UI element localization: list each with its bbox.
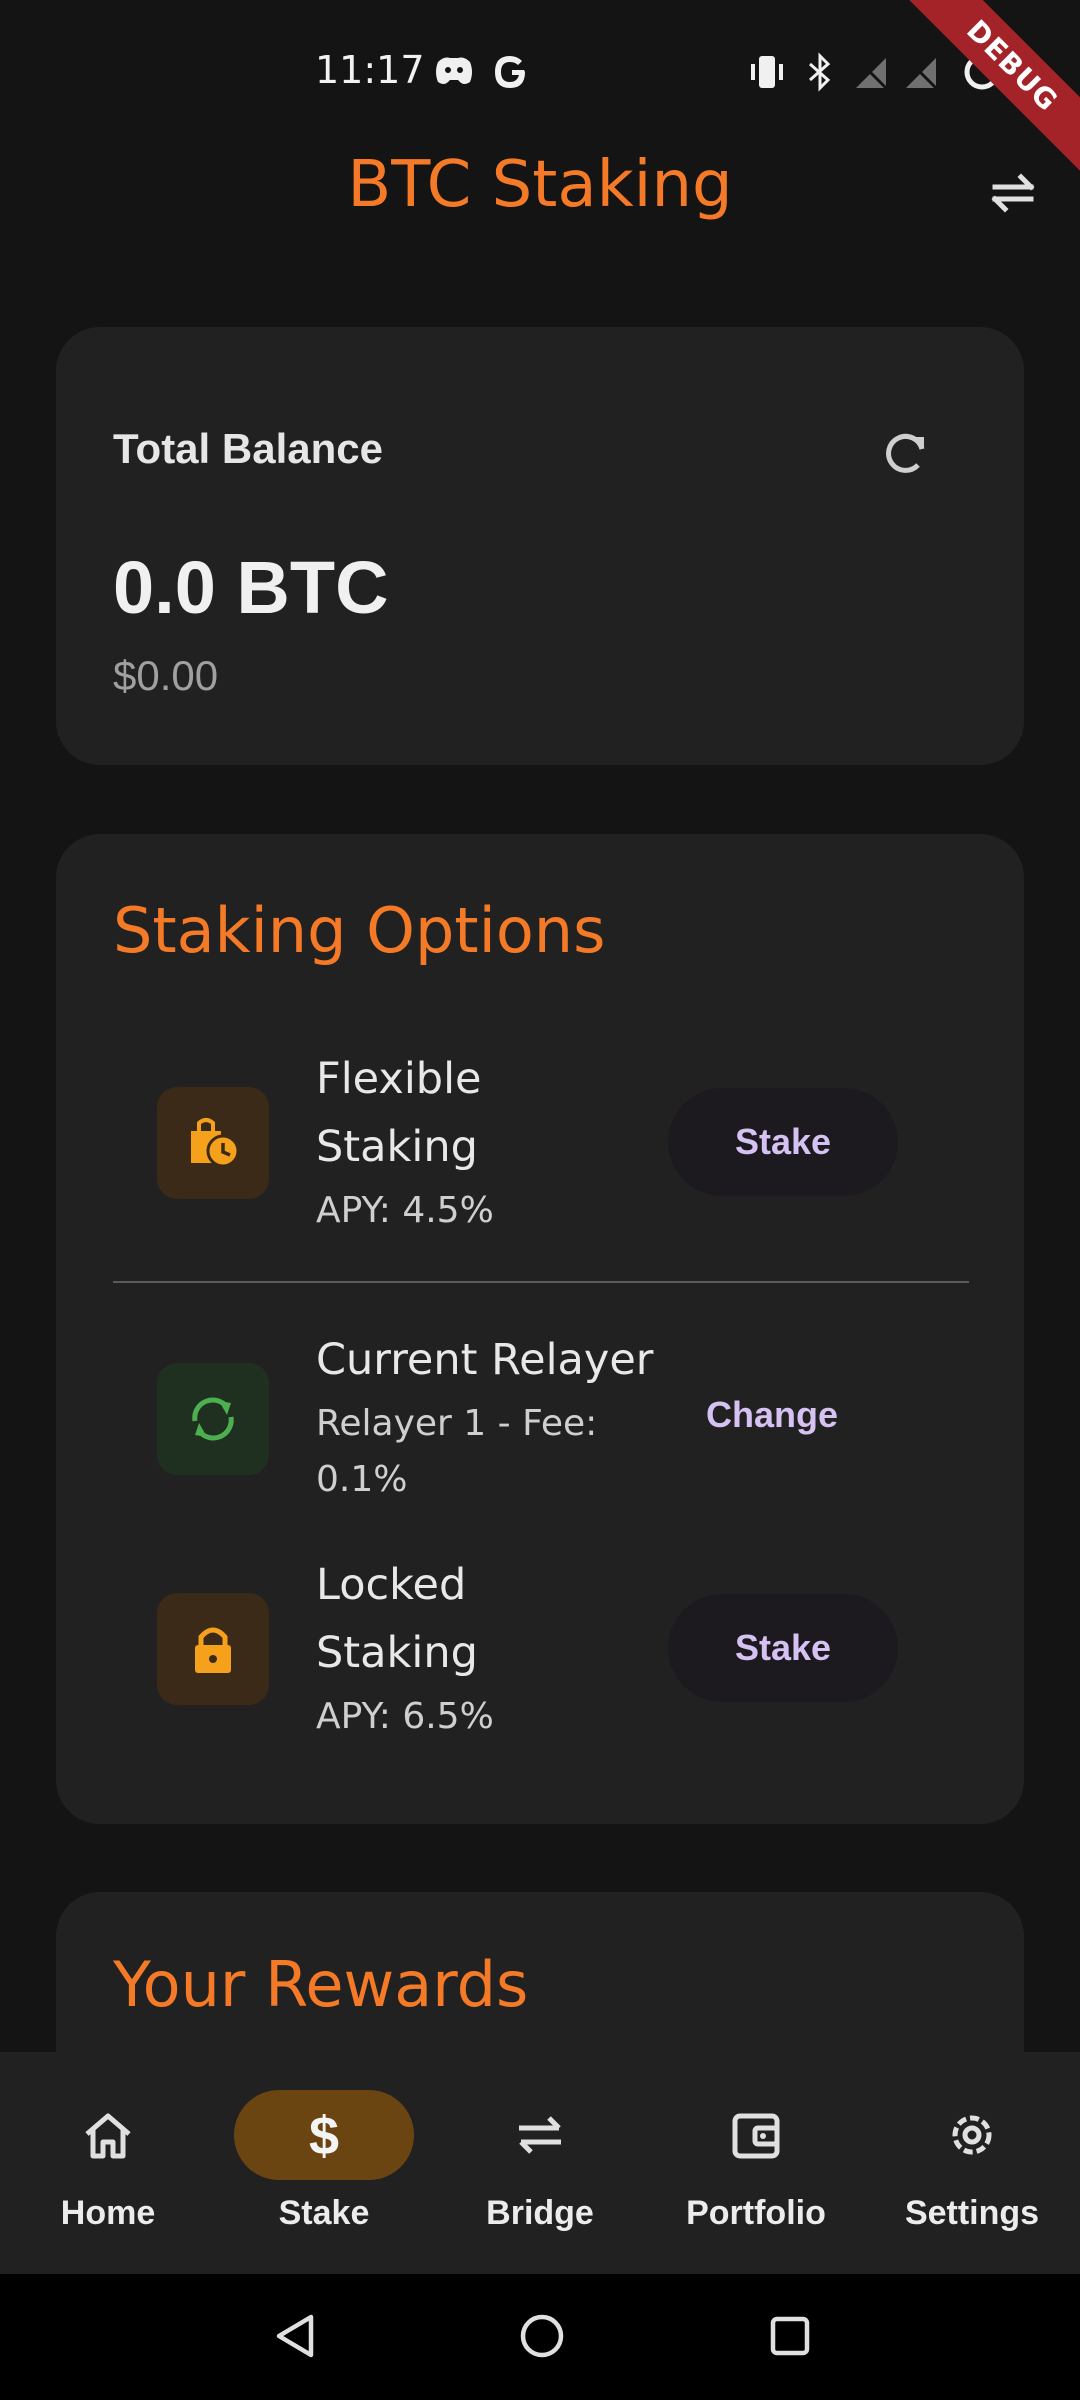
screen: 11:17 DEBUG BTC Staking Total Balance 0.… — [0, 0, 1080, 2400]
lock-icon — [195, 1627, 231, 1673]
svg-text:$: $ — [309, 2106, 339, 2164]
back-triangle-icon — [276, 2314, 314, 2358]
flexible-title-line2: Staking — [316, 1122, 478, 1172]
nav-stake[interactable]: $ Stake — [216, 2052, 432, 2274]
change-relayer-button[interactable]: Change — [706, 1394, 838, 1436]
swap-arrows-icon[interactable] — [985, 165, 1041, 221]
nav-stake-label: Stake — [278, 2194, 370, 2232]
system-recents-button[interactable] — [760, 2306, 820, 2366]
home-icon-wrap — [18, 2090, 198, 2180]
google-icon — [495, 56, 525, 88]
nav-settings[interactable]: Settings — [864, 2052, 1080, 2274]
settings-icon-wrap — [882, 2090, 1062, 2180]
locked-stake-button[interactable]: Stake — [668, 1594, 898, 1702]
staking-options-title: Staking Options — [113, 894, 606, 967]
locked-title-line2: Staking — [316, 1628, 478, 1678]
refresh-icon — [886, 433, 925, 473]
wallet-icon — [732, 2113, 780, 2159]
flexible-stake-button[interactable]: Stake — [668, 1088, 898, 1196]
no-signal-icon — [854, 56, 890, 92]
nav-bridge[interactable]: Bridge — [432, 2052, 648, 2274]
recents-square-icon — [770, 2316, 810, 2356]
relayer-sub-line1: Relayer 1 - Fee: — [316, 1403, 598, 1444]
locked-icon-box — [157, 1593, 269, 1705]
balance-card: Total Balance 0.0 BTC $0.00 — [56, 327, 1024, 765]
balance-usd: $0.00 — [113, 652, 219, 699]
portfolio-icon-wrap — [666, 2090, 846, 2180]
gear-icon — [952, 2115, 992, 2155]
nav-settings-label: Settings — [904, 2194, 1040, 2232]
sync-icon — [192, 1397, 234, 1441]
divider — [113, 1281, 969, 1283]
nav-home-label: Home — [60, 2194, 156, 2232]
bottom-navigation: Home $ Stake Bridge Portfolio Settings — [0, 2052, 1080, 2274]
relayer-title: Current Relayer — [316, 1335, 654, 1385]
flexible-apy: APY: 4.5% — [316, 1190, 494, 1231]
flexible-icon-box — [157, 1087, 269, 1199]
status-time: 11:17 — [315, 48, 425, 92]
status-bar: 11:17 — [0, 0, 1080, 140]
page-title: BTC Staking — [347, 148, 733, 222]
system-navigation-bar — [0, 2274, 1080, 2400]
flexible-title-line1: Flexible — [316, 1054, 482, 1104]
locked-apy: APY: 6.5% — [316, 1696, 494, 1737]
nav-portfolio[interactable]: Portfolio — [648, 2052, 864, 2274]
swap-arrows-icon — [519, 2116, 561, 2154]
relayer-icon-box — [157, 1363, 269, 1475]
no-signal-icon-2 — [904, 56, 940, 92]
nav-portfolio-label: Portfolio — [686, 2194, 826, 2232]
discord-icon — [436, 57, 472, 84]
balance-label: Total Balance — [113, 425, 383, 472]
staking-options-card: Staking Options Flexible Staking APY: 4.… — [56, 834, 1024, 1824]
home-circle-icon — [520, 2314, 564, 2358]
stake-icon-wrap: $ — [234, 2090, 414, 2180]
system-back-button[interactable] — [266, 2306, 326, 2366]
clock-bag-icon — [191, 1118, 240, 1168]
system-home-button[interactable] — [512, 2306, 572, 2366]
refresh-button[interactable] — [868, 415, 944, 491]
rewards-title: Your Rewards — [113, 1948, 529, 2021]
vibrate-icon — [751, 56, 783, 88]
balance-amount: 0.0 BTC — [113, 546, 389, 629]
nav-bridge-label: Bridge — [486, 2194, 594, 2232]
bridge-icon-wrap — [450, 2090, 630, 2180]
dollar-icon: $ — [309, 2106, 339, 2164]
bluetooth-icon — [809, 52, 831, 92]
home-icon — [85, 2113, 131, 2159]
relayer-sub-line2: 0.1% — [316, 1459, 408, 1500]
locked-title-line1: Locked — [316, 1560, 467, 1610]
nav-home[interactable]: Home — [0, 2052, 216, 2274]
